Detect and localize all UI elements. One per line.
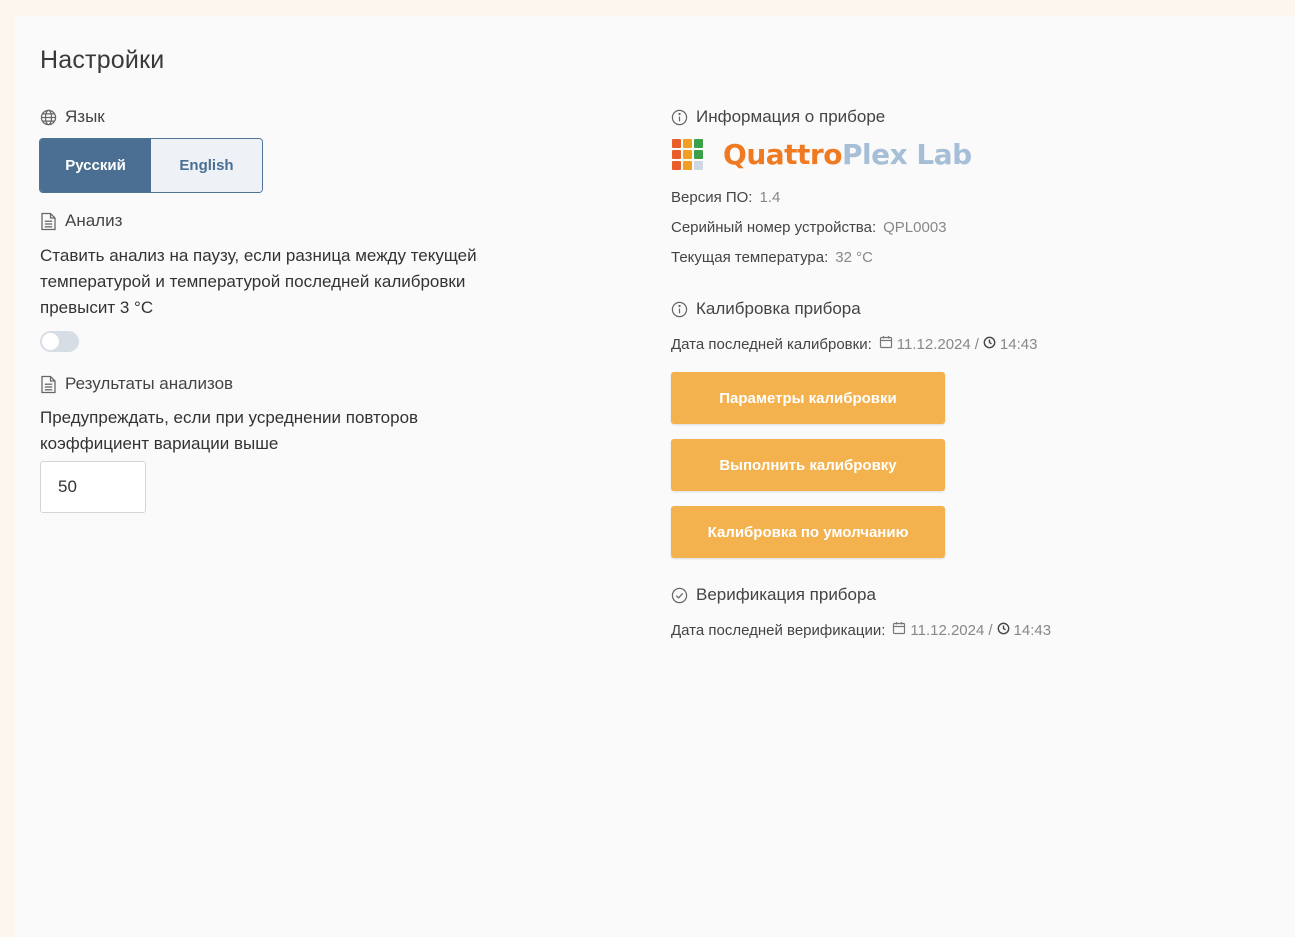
logo-wordmark-part2: Plex Lab [841, 138, 972, 171]
language-russian-button[interactable]: Русский [40, 139, 151, 192]
last-calibration-label: Дата последней калибровки: [671, 335, 872, 353]
last-verification-label: Дата последней верификации: [671, 621, 886, 639]
date-time-separator: / [988, 621, 993, 639]
serial-number-value: QPL0003 [883, 219, 947, 236]
verification-heading-label: Верификация прибора [696, 585, 876, 604]
logo-cell [672, 161, 681, 170]
calibration-params-button[interactable]: Параметры калибровки [671, 372, 945, 424]
calibration-section-heading: Калибровка прибора [671, 299, 861, 319]
language-heading-label: Язык [65, 107, 105, 126]
globe-icon [40, 109, 57, 126]
document-icon [40, 212, 57, 231]
clock-icon [997, 622, 1010, 639]
logo-wordmark-q: Q [723, 138, 747, 171]
analysis-pause-description: Ставить анализ на паузу, если разница ме… [40, 246, 477, 317]
temperature-row: Текущая температура: 32 °C [671, 249, 873, 266]
last-calibration-row: Дата последней калибровки: 11.12.2024 / … [671, 335, 1037, 353]
results-section-heading: Результаты анализов [40, 374, 233, 394]
default-calibration-button[interactable]: Калибровка по умолчанию [671, 506, 945, 558]
language-toggle-group: Русский English [40, 139, 262, 192]
logo-mark [672, 139, 703, 170]
logo-cell [683, 161, 692, 170]
language-english-button[interactable]: English [151, 139, 262, 192]
calibration-heading-label: Калибровка прибора [696, 299, 861, 318]
page-title: Настройки [40, 46, 165, 74]
last-verification-date: 11.12.2024 [910, 621, 985, 639]
analysis-heading-label: Анализ [65, 211, 123, 230]
date-time-separator: / [974, 335, 979, 353]
logo-cell [683, 150, 692, 159]
logo-wordmark-part1: uattro [746, 138, 842, 171]
logo-cell [683, 139, 692, 148]
pause-analysis-toggle[interactable] [40, 331, 79, 352]
last-verification-row: Дата последней верификации: 11.12.2024 /… [671, 621, 1051, 639]
software-version-row: Версия ПО: 1.4 [671, 189, 780, 206]
calendar-icon [879, 335, 893, 353]
logo-cell [672, 150, 681, 159]
logo-cell [694, 150, 703, 159]
last-calibration-time: 14:43 [999, 335, 1038, 353]
device-info-section-heading: Информация о приборе [671, 107, 885, 127]
logo-cell [672, 139, 681, 148]
results-heading-label: Результаты анализов [65, 374, 234, 393]
logo-cell [694, 139, 703, 148]
info-icon [671, 109, 688, 126]
software-version-label: Версия ПО: [671, 189, 753, 206]
logo-wordmark: QuattroPlex Lab [723, 138, 972, 171]
logo-cell [694, 161, 703, 170]
run-calibration-button[interactable]: Выполнить калибровку [671, 439, 945, 491]
last-calibration-date: 11.12.2024 [896, 335, 971, 353]
check-circle-icon [671, 587, 688, 604]
serial-number-label: Серийный номер устройства: [671, 219, 877, 236]
device-info-heading-label: Информация о приборе [696, 107, 886, 126]
last-calibration-datetime: 11.12.2024 / 14:43 [879, 335, 1038, 353]
language-section-heading: Язык [40, 107, 105, 127]
last-verification-datetime: 11.12.2024 / 14:43 [892, 621, 1051, 639]
cv-warning-description: Предупреждать, если при усреднении повто… [40, 408, 419, 453]
info-icon [671, 301, 688, 318]
cv-threshold-input[interactable] [40, 461, 146, 513]
quattroplex-logo: QuattroPlex Lab [672, 138, 972, 171]
serial-number-row: Серийный номер устройства: QPL0003 [671, 219, 947, 236]
analysis-section-heading: Анализ [40, 211, 122, 231]
last-verification-time: 14:43 [1013, 621, 1052, 639]
clock-icon [983, 336, 996, 353]
verification-section-heading: Верификация прибора [671, 585, 876, 605]
document-icon [40, 375, 57, 394]
software-version-value: 1.4 [759, 189, 781, 206]
temperature-value: 32 °C [835, 249, 873, 266]
temperature-label: Текущая температура: [671, 249, 829, 266]
toggle-knob [42, 333, 59, 350]
calendar-icon [892, 621, 906, 639]
